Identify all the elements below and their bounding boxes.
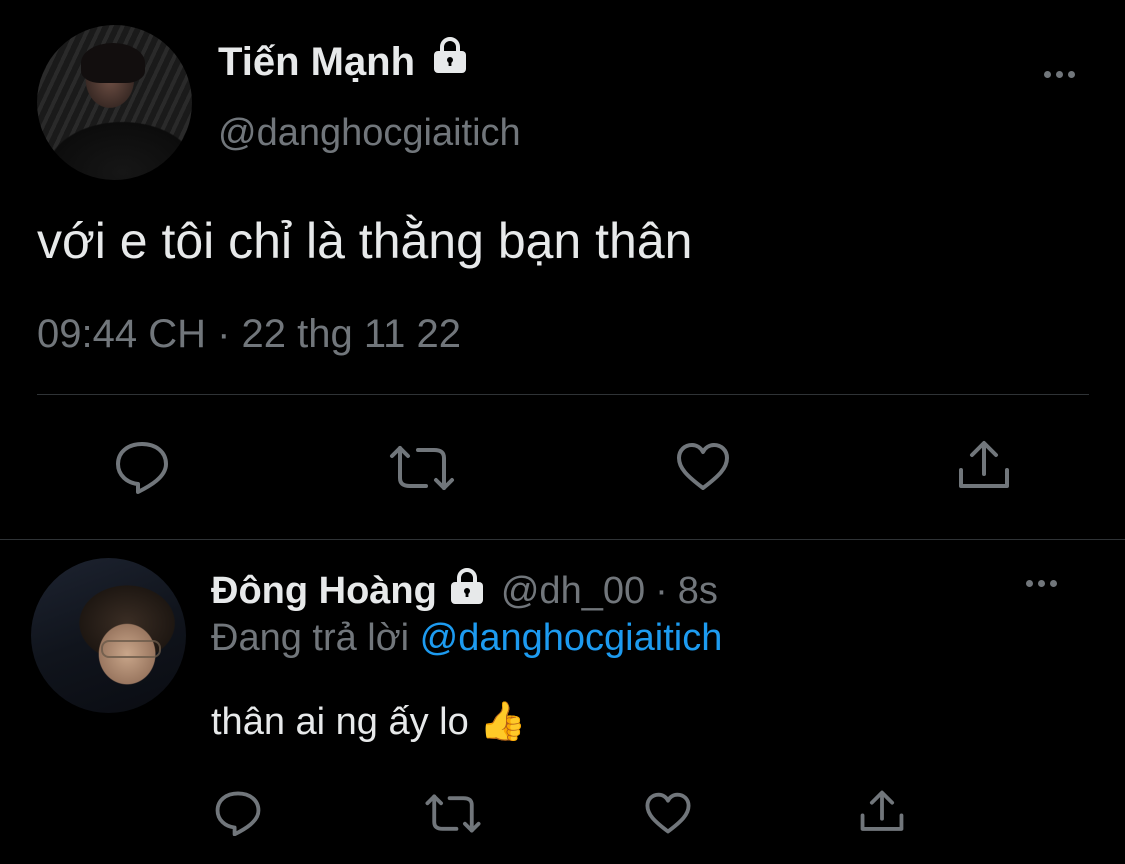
author-handle[interactable]: @danghocgiaitich [218, 112, 521, 155]
reply-header: Đông Hoàng @dh_00 · 8s [211, 567, 718, 615]
author-name[interactable]: Tiến Mạnh [218, 40, 415, 84]
more-icon[interactable] [1044, 71, 1075, 78]
reply-time-separator: · [655, 569, 668, 612]
replying-to-link[interactable]: @danghocgiaitich [420, 617, 723, 659]
share-icon[interactable] [957, 440, 1011, 492]
tweet-text: với e tôi chỉ là thằng bạn thân [37, 213, 693, 269]
reply-author-avatar[interactable] [31, 558, 186, 713]
author-avatar[interactable] [37, 25, 192, 180]
reply-author-handle[interactable]: @dh_00 [501, 570, 645, 613]
reply-author-name[interactable]: Đông Hoàng [211, 570, 437, 613]
replying-to-line: Đang trả lời @danghocgiaitich [211, 617, 722, 660]
reply-icon[interactable] [214, 790, 262, 836]
retweet-icon[interactable] [388, 444, 456, 492]
reply-text: thân ai ng ấy lo [211, 701, 469, 743]
divider [37, 394, 1089, 395]
tweet-timestamp[interactable]: 09:44 CH · 22 thg 11 22 [37, 312, 461, 357]
share-icon[interactable] [859, 790, 905, 834]
lock-icon [447, 567, 487, 615]
reply-time[interactable]: 8s [678, 570, 718, 613]
retweet-icon[interactable] [424, 793, 482, 834]
divider [0, 539, 1125, 540]
author-name-row[interactable]: Tiến Mạnh [218, 37, 470, 88]
reply-text-row: thân ai ng ấy lo 👍 [211, 700, 527, 744]
reply-icon[interactable] [114, 440, 170, 494]
like-icon[interactable] [675, 442, 731, 492]
lock-icon [430, 36, 470, 84]
thumbs-up-icon: 👍 [479, 701, 527, 743]
more-icon[interactable] [1026, 580, 1057, 587]
like-icon[interactable] [644, 792, 692, 835]
replying-to-prefix: Đang trả lời [211, 617, 410, 659]
